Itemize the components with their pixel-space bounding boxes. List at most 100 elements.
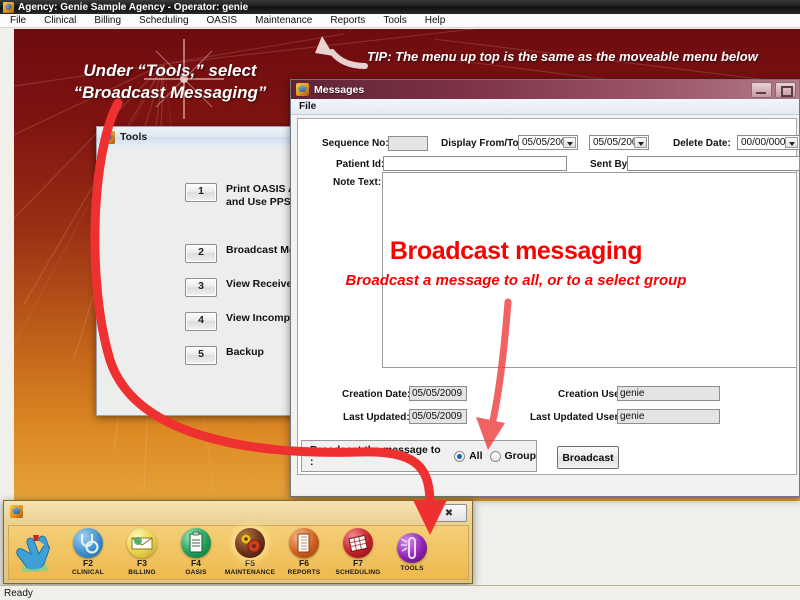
sequence-no-label: Sequence No:: [322, 138, 389, 149]
menu-item-tools[interactable]: Tools: [374, 14, 415, 28]
last-updated-label: Last Updated:: [343, 412, 410, 423]
broadcast-radio-all[interactable]: All: [454, 450, 483, 462]
calendar-icon[interactable]: [343, 528, 373, 558]
main-menu-bar[interactable]: File Clinical Billing Scheduling OASIS M…: [0, 14, 800, 28]
gears-icon[interactable]: [235, 528, 265, 558]
toolbar-icon-strip: F2 CLINICAL F3 BILLING F4 OASIS F5 MAINT…: [8, 525, 469, 580]
toolbar-item-tools[interactable]: TOOLS: [385, 532, 439, 573]
display-to-combo[interactable]: 05/05/2009: [589, 135, 649, 150]
status-text: Ready: [4, 587, 33, 599]
broadcast-radio-group[interactable]: Group: [489, 450, 537, 462]
menu-item-maintenance[interactable]: Maintenance: [246, 14, 321, 28]
chevron-down-icon[interactable]: [634, 137, 647, 148]
annotation-broadcast-sub: Broadcast a message to all, or to a sele…: [345, 272, 687, 289]
tools-item-5-button[interactable]: 5: [185, 346, 217, 365]
application-window: Agency: Genie Sample Agency - Operator: …: [0, 0, 800, 600]
toolbar-item-clinical-key: F2: [83, 558, 93, 568]
last-updated-field: 05/05/2009: [409, 409, 467, 424]
broadcast-group-label: Group: [504, 450, 537, 462]
toolbar-item-clinical[interactable]: F2 CLINICAL: [61, 528, 115, 577]
tools-item-2-label: Broadcast Me: [226, 244, 295, 256]
messages-menu-item-file[interactable]: File: [299, 101, 316, 112]
toolbar-close-button[interactable]: ✖: [431, 504, 467, 522]
tools-item-1-label-line1: Print OASIS A: [226, 183, 296, 195]
toolbar-item-oasis-key: F4: [191, 558, 201, 568]
menu-item-scheduling[interactable]: Scheduling: [130, 14, 197, 28]
annotation-broadcast-title: Broadcast messaging: [389, 237, 643, 265]
messages-menu-bar[interactable]: File: [291, 99, 799, 115]
tools-item-5[interactable]: 5 Backup: [185, 346, 264, 365]
genie-window-icon: [102, 130, 115, 144]
toolbar-item-reports[interactable]: F6 REPORTS: [277, 528, 331, 577]
tools-window[interactable]: Tools 1 Print OASIS A and Use PPS 2 Broa…: [96, 126, 314, 416]
creation-date-field: 05/05/2009: [409, 386, 467, 401]
toolbar-item-reports-key: F6: [299, 558, 309, 568]
tools-window-title: Tools: [120, 131, 148, 143]
clipboard-icon[interactable]: [181, 528, 211, 558]
tools-item-1-button[interactable]: 1: [185, 183, 217, 202]
toolbar-item-billing[interactable]: F3 BILLING: [115, 528, 169, 577]
pointing-hand-icon: [16, 534, 50, 572]
note-text-area[interactable]: [382, 172, 796, 368]
maximize-button[interactable]: [775, 82, 796, 98]
menu-item-reports[interactable]: Reports: [321, 14, 374, 28]
tools-item-4-button[interactable]: 4: [185, 312, 217, 331]
chevron-down-icon[interactable]: [785, 137, 798, 148]
status-bar: Ready: [0, 585, 800, 600]
tools-window-title-bar: Tools: [97, 127, 313, 147]
envelope-money-icon[interactable]: [127, 528, 157, 558]
display-fromto-label: Display From/To:: [441, 138, 522, 149]
toolbar-item-oasis[interactable]: F4 OASIS: [169, 528, 223, 577]
toolbar-item-tools-name: TOOLS: [400, 564, 424, 572]
menu-item-billing[interactable]: Billing: [85, 14, 130, 28]
annotation-tools-hint: Under “Tools,” select “Broadcast Messagi…: [40, 60, 300, 104]
tools-item-3[interactable]: 3 View Receive: [185, 278, 292, 297]
toolbar-item-clinical-name: CLINICAL: [72, 569, 104, 576]
moveable-toolbar-window[interactable]: ✖ F2 CLINICAL F3 BILLING F4 OASIS F5 MAI…: [3, 500, 473, 584]
toolbar-item-billing-key: F3: [137, 558, 147, 568]
menu-item-help[interactable]: Help: [416, 14, 455, 28]
tools-item-2-button[interactable]: 2: [185, 244, 217, 263]
genie-window-icon: [10, 505, 23, 518]
tools-item-3-button[interactable]: 3: [185, 278, 217, 297]
display-from-combo[interactable]: 05/05/2009: [518, 135, 578, 150]
messages-window-controls[interactable]: [751, 82, 796, 98]
creation-user-field: genie: [617, 386, 720, 401]
tools-item-1-label: Print OASIS A and Use PPS: [226, 183, 296, 209]
menu-item-file[interactable]: File: [0, 14, 35, 28]
tools-item-2[interactable]: 2 Broadcast Me: [185, 244, 295, 263]
broadcast-button[interactable]: Broadcast: [557, 446, 619, 469]
creation-date-label: Creation Date:: [342, 389, 411, 400]
annotation-tip: TIP: The menu up top is the same as the …: [367, 49, 758, 64]
radio-all-icon[interactable]: [454, 450, 466, 462]
genie-window-icon: [296, 83, 309, 96]
stethoscope-icon[interactable]: [73, 528, 103, 558]
sent-by-field[interactable]: [627, 156, 800, 171]
tools-icon[interactable]: [397, 532, 427, 563]
genie-app-icon: [3, 1, 14, 13]
delete-date-combo[interactable]: 00/00/0000: [737, 135, 800, 150]
menu-item-oasis[interactable]: OASIS: [198, 14, 247, 28]
toolbar-item-maintenance[interactable]: F5 MAINTENANCE: [223, 528, 277, 577]
tools-item-1[interactable]: 1 Print OASIS A and Use PPS: [185, 183, 296, 209]
window-title-bar: Agency: Genie Sample Agency - Operator: …: [0, 0, 800, 14]
toolbar-item-scheduling[interactable]: F7 SCHEDULING: [331, 528, 385, 577]
book-icon[interactable]: [289, 528, 319, 558]
broadcast-options-group: Broadcast the message to : All Group: [301, 440, 537, 472]
delete-date-value: 00/00/0000: [741, 137, 792, 148]
messages-window-title: Messages: [314, 83, 365, 96]
annotation-tools-hint-line1: Under “Tools,” select: [83, 61, 257, 80]
minimize-button[interactable]: [751, 82, 772, 98]
chevron-down-icon[interactable]: [563, 137, 576, 148]
tools-item-4[interactable]: 4 View Incompl: [185, 312, 293, 331]
toolbar-item-maintenance-name: MAINTENANCE: [224, 569, 276, 576]
window-title: Agency: Genie Sample Agency - Operator: …: [18, 1, 249, 13]
annotation-tools-hint-line2: “Broadcast Messaging”: [73, 82, 267, 102]
radio-group-icon[interactable]: [489, 450, 501, 462]
patient-id-field[interactable]: [383, 156, 567, 171]
menu-item-clinical[interactable]: Clinical: [35, 14, 85, 28]
toolbar-item-scheduling-name: SCHEDULING: [335, 569, 381, 576]
broadcast-all-label: All: [469, 450, 483, 462]
sequence-no-field[interactable]: [388, 136, 428, 151]
toolbar-item-maintenance-key: F5: [245, 558, 255, 568]
